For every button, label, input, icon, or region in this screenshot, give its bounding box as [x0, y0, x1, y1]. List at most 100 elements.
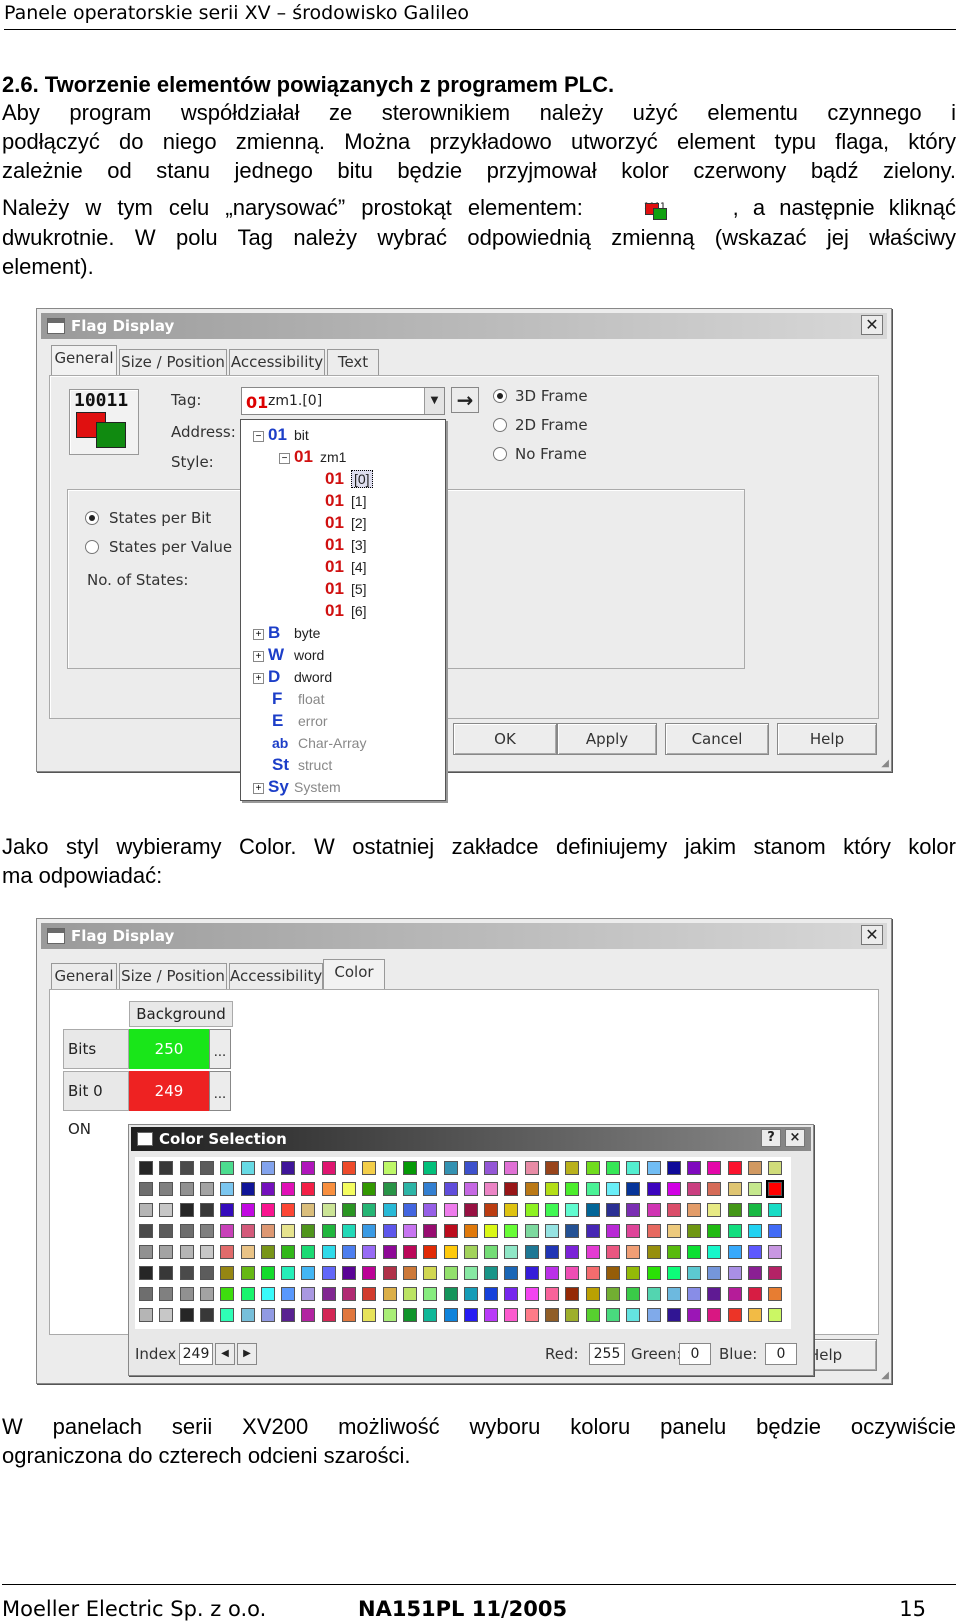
- color-swatch[interactable]: [687, 1266, 702, 1280]
- color-swatch[interactable]: [504, 1182, 519, 1196]
- color-swatch[interactable]: [463, 1182, 478, 1196]
- color-swatch[interactable]: [260, 1203, 275, 1217]
- color-swatch[interactable]: [707, 1245, 722, 1259]
- tab-general[interactable]: General: [51, 345, 117, 375]
- tree-node-index-4[interactable]: 01 [4]: [325, 556, 367, 578]
- color-swatch[interactable]: [524, 1287, 539, 1301]
- color-swatch[interactable]: [301, 1245, 316, 1259]
- color-swatch[interactable]: [727, 1308, 742, 1322]
- color-swatch[interactable]: [585, 1224, 600, 1238]
- color-swatch[interactable]: [423, 1287, 438, 1301]
- color-swatch[interactable]: [402, 1287, 417, 1301]
- tab-size-position[interactable]: Size / Position: [119, 349, 227, 375]
- color-swatch[interactable]: [768, 1308, 783, 1322]
- index-prev-button[interactable]: ◀: [215, 1343, 235, 1365]
- color-swatch[interactable]: [585, 1161, 600, 1175]
- color-swatch[interactable]: [646, 1182, 661, 1196]
- close-icon[interactable]: ×: [785, 1129, 805, 1147]
- radio-states-per-value[interactable]: [85, 540, 99, 554]
- color-swatch[interactable]: [240, 1182, 255, 1196]
- tab-accessibility[interactable]: Accessibility: [229, 963, 323, 989]
- color-swatch[interactable]: [260, 1266, 275, 1280]
- tree-node-index-3[interactable]: 01 [3]: [325, 534, 367, 556]
- color-swatch[interactable]: [727, 1266, 742, 1280]
- color-swatch[interactable]: [321, 1287, 336, 1301]
- color-swatch[interactable]: [545, 1182, 559, 1196]
- color-swatch[interactable]: [321, 1182, 336, 1196]
- tree-node-index-1[interactable]: 01 [1]: [325, 490, 367, 512]
- color-swatch[interactable]: [565, 1266, 580, 1280]
- color-swatch[interactable]: [321, 1266, 336, 1280]
- ok-button[interactable]: OK: [453, 723, 557, 755]
- color-swatch[interactable]: [443, 1161, 458, 1175]
- color-swatch[interactable]: [545, 1245, 559, 1259]
- color-swatch[interactable]: [159, 1245, 174, 1259]
- color-swatch[interactable]: [585, 1308, 600, 1322]
- color-swatch[interactable]: [605, 1308, 620, 1322]
- color-swatch[interactable]: [220, 1266, 235, 1280]
- color-swatch[interactable]: [382, 1308, 397, 1322]
- color-swatch[interactable]: [301, 1224, 316, 1238]
- color-swatch[interactable]: [605, 1161, 620, 1175]
- color-swatch[interactable]: [342, 1245, 356, 1259]
- color-swatch[interactable]: [545, 1287, 559, 1301]
- color-swatch[interactable]: [402, 1224, 417, 1238]
- color-swatch[interactable]: [707, 1203, 722, 1217]
- color-swatch[interactable]: [484, 1245, 499, 1259]
- tree-node-index-2[interactable]: 01 [2]: [325, 512, 367, 534]
- color-swatch[interactable]: [626, 1287, 641, 1301]
- color-swatch[interactable]: [443, 1266, 458, 1280]
- close-button[interactable]: ✕: [861, 925, 883, 945]
- color-swatch[interactable]: [139, 1182, 153, 1196]
- color-swatch[interactable]: [199, 1287, 214, 1301]
- color-swatch[interactable]: [362, 1287, 377, 1301]
- color-swatch[interactable]: [139, 1224, 153, 1238]
- color-swatch[interactable]: [666, 1266, 681, 1280]
- color-swatch[interactable]: [281, 1182, 296, 1196]
- color-swatch[interactable]: [463, 1245, 478, 1259]
- color-swatch[interactable]: [727, 1182, 742, 1196]
- color-swatch[interactable]: [646, 1224, 661, 1238]
- color-swatch[interactable]: [727, 1203, 742, 1217]
- color-swatch[interactable]: [301, 1182, 316, 1196]
- color-swatch[interactable]: [240, 1266, 255, 1280]
- close-button[interactable]: ✕: [861, 315, 883, 335]
- color-swatch[interactable]: [687, 1161, 702, 1175]
- color-swatch[interactable]: [524, 1266, 539, 1280]
- color-swatch[interactable]: [463, 1266, 478, 1280]
- color-swatch[interactable]: [687, 1287, 702, 1301]
- color-swatch[interactable]: [626, 1203, 641, 1217]
- color-swatch[interactable]: [179, 1266, 194, 1280]
- color-swatch[interactable]: [301, 1287, 316, 1301]
- color-swatch[interactable]: [646, 1203, 661, 1217]
- color-swatch[interactable]: [463, 1308, 478, 1322]
- color-swatch[interactable]: [768, 1245, 783, 1259]
- color-swatch[interactable]: [565, 1308, 580, 1322]
- color-swatch[interactable]: [585, 1245, 600, 1259]
- color-swatch[interactable]: [524, 1308, 539, 1322]
- color-swatch[interactable]: [646, 1308, 661, 1322]
- color-swatch[interactable]: [220, 1287, 235, 1301]
- color-swatch[interactable]: [565, 1182, 580, 1196]
- color-swatch[interactable]: [565, 1245, 580, 1259]
- expand-icon[interactable]: +: [253, 783, 264, 794]
- color-swatch[interactable]: [768, 1203, 783, 1217]
- color-swatch[interactable]: [260, 1224, 275, 1238]
- radio-states-per-bit[interactable]: [85, 511, 99, 525]
- color-swatch[interactable]: [707, 1266, 722, 1280]
- color-swatch[interactable]: [646, 1161, 661, 1175]
- color-swatch[interactable]: [281, 1245, 296, 1259]
- color-swatch[interactable]: [220, 1203, 235, 1217]
- apply-button[interactable]: Apply: [557, 723, 657, 755]
- index-next-button[interactable]: ▶: [237, 1343, 257, 1365]
- color-swatch[interactable]: [484, 1161, 499, 1175]
- color-swatch[interactable]: [545, 1266, 559, 1280]
- color-swatch[interactable]: [240, 1308, 255, 1322]
- color-swatch[interactable]: [504, 1266, 519, 1280]
- color-swatch[interactable]: [301, 1266, 316, 1280]
- color-swatch[interactable]: [382, 1203, 397, 1217]
- color-swatch[interactable]: [748, 1245, 762, 1259]
- color-swatch[interactable]: [687, 1245, 702, 1259]
- expand-icon[interactable]: +: [253, 651, 264, 662]
- collapse-icon[interactable]: −: [253, 431, 264, 442]
